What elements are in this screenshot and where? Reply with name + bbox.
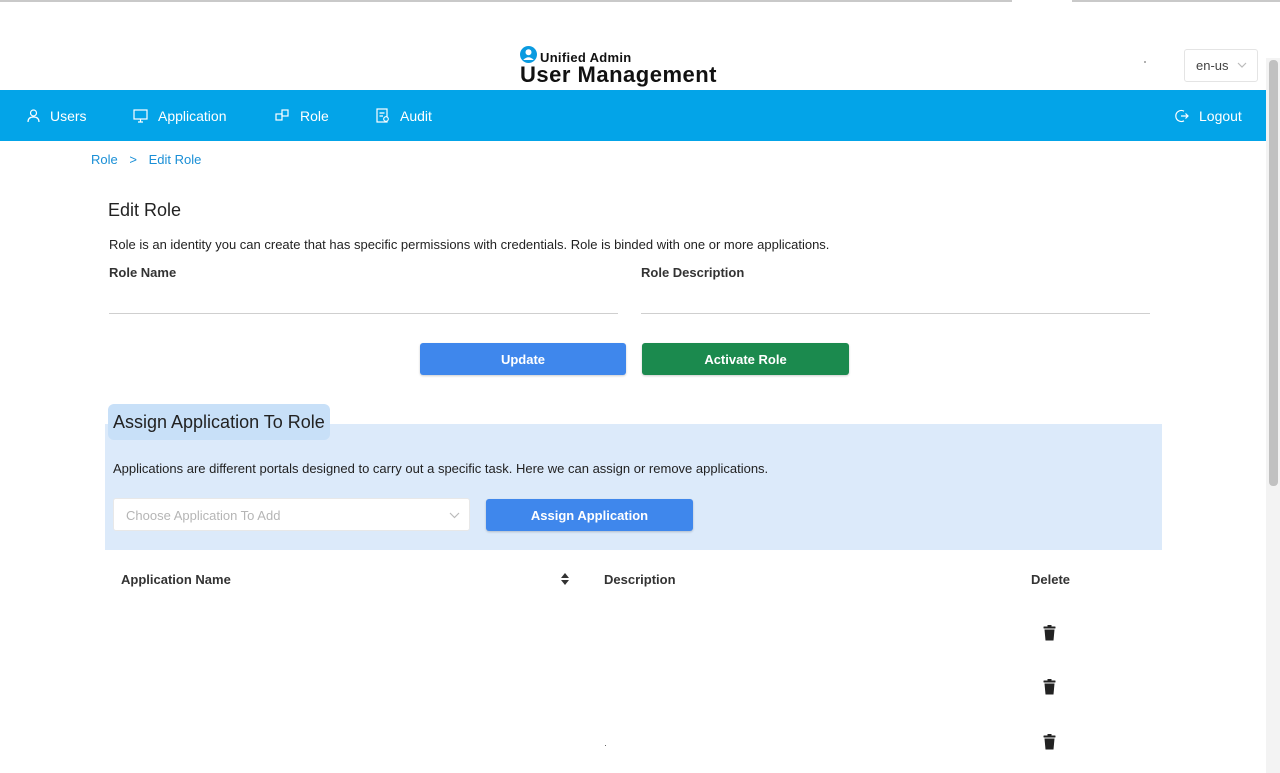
select-placeholder: Choose Application To Add	[126, 508, 281, 523]
monitor-icon	[133, 108, 148, 123]
browser-top-border-right	[1072, 0, 1280, 2]
role-icon	[275, 109, 289, 121]
role-name-label: Role Name	[109, 265, 177, 280]
page-scrollbar-thumb[interactable]	[1269, 60, 1278, 486]
audit-icon	[376, 108, 389, 123]
assign-application-panel	[105, 424, 1162, 550]
breadcrumb: Role > Edit Role	[91, 152, 201, 167]
column-header-application-name: Application Name	[121, 572, 231, 587]
logout-icon	[1175, 109, 1189, 122]
breadcrumb-root-link[interactable]: Role	[91, 152, 118, 167]
update-button[interactable]: Update	[420, 343, 626, 375]
trash-icon[interactable]	[1043, 734, 1056, 750]
browser-top-border	[0, 0, 1012, 2]
table-cell-mark	[605, 745, 606, 746]
assign-section-title: Assign Application To Role	[108, 404, 330, 440]
user-circle-icon	[520, 46, 537, 63]
choose-application-select[interactable]: Choose Application To Add	[113, 498, 470, 531]
nav-item-users[interactable]: Users	[27, 90, 87, 141]
chevron-down-icon	[1237, 62, 1247, 68]
language-select[interactable]: en-us	[1184, 49, 1258, 82]
role-description-label: Role Description	[641, 265, 745, 280]
nav-item-audit[interactable]: Audit	[376, 90, 432, 141]
breadcrumb-current: Edit Role	[148, 152, 202, 167]
nav-item-role[interactable]: Role	[275, 90, 329, 141]
main-navbar: Users Application Role Audit Logout	[0, 90, 1266, 141]
nav-item-label: Audit	[400, 107, 432, 124]
logout-button[interactable]: Logout	[1175, 90, 1242, 141]
nav-item-label: Users	[50, 107, 87, 124]
breadcrumb-separator: >	[129, 152, 137, 167]
app-logo: Unified Admin User Management	[520, 46, 750, 90]
role-name-input[interactable]	[109, 288, 618, 314]
column-header-description: Description	[604, 572, 676, 587]
logout-label: Logout	[1199, 107, 1242, 124]
nav-item-application[interactable]: Application	[133, 90, 227, 141]
nav-item-label: Role	[300, 107, 329, 124]
role-description-input[interactable]	[641, 288, 1150, 314]
activate-role-button[interactable]: Activate Role	[642, 343, 849, 375]
sort-icon[interactable]	[560, 572, 570, 586]
trash-icon[interactable]	[1043, 679, 1056, 695]
trash-icon[interactable]	[1043, 625, 1056, 641]
chevron-down-icon	[449, 512, 460, 519]
page-description: Role is an identity you can create that …	[109, 237, 830, 252]
page-title: Edit Role	[108, 200, 182, 220]
language-value: en-us	[1196, 58, 1229, 73]
logo-title: User Management	[520, 62, 718, 87]
column-header-delete: Delete	[1031, 572, 1071, 587]
assign-section-description: Applications are different portals desig…	[113, 461, 769, 476]
assign-application-button[interactable]: Assign Application	[486, 499, 693, 531]
user-icon	[27, 108, 40, 122]
nav-item-label: Application	[158, 107, 227, 124]
header-dot	[1144, 61, 1146, 63]
